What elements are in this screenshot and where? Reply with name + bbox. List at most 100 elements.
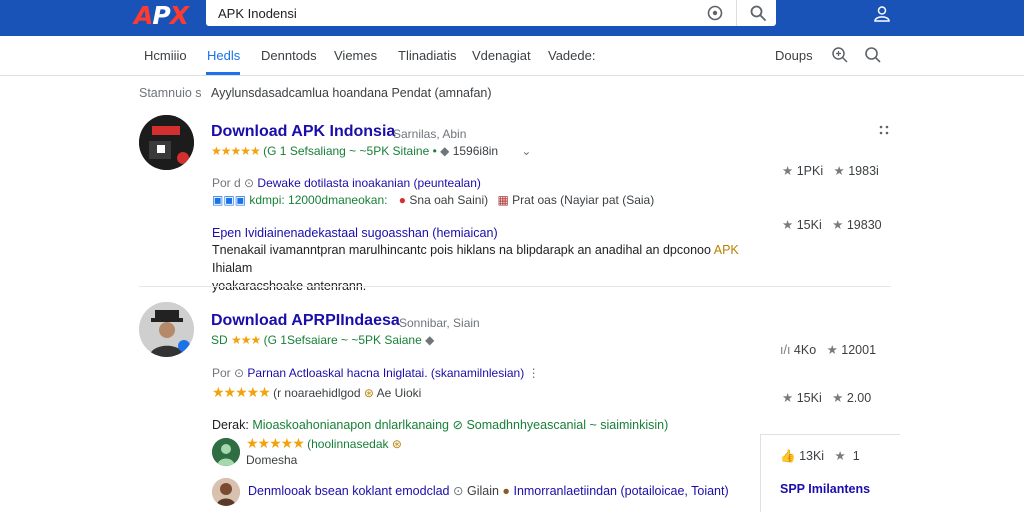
badge-icon: ⊛ — [391, 437, 402, 451]
side-panel — [760, 434, 900, 512]
result2-rating-text: (G 1Sefsaiare ~ ~5PK Saiane — [263, 333, 422, 347]
result2-rating2-line: ★★★★★ (r noaraehidlgod ⊛ Ae Uioki — [212, 384, 421, 401]
result1-title-meta: Sarnilas, Abin — [393, 127, 467, 141]
result1-sub-title[interactable]: Dewake dotilasta inoakanian (peuntealan) — [257, 176, 480, 190]
profile-icon — [212, 438, 240, 466]
flag-icon: ▦ — [497, 193, 509, 207]
result1-meta-right: Prat oas (Nayiar pat (Saia) — [512, 193, 655, 207]
stat-value: 1 — [852, 449, 860, 463]
tab-all[interactable]: Hedls — [207, 48, 240, 63]
tag-icon: ◆ — [425, 333, 435, 347]
nested-rating-line: ★★★★★ (hoolinnasedak ⊛ — [246, 435, 402, 452]
stat-value: 15Ki — [796, 391, 822, 405]
chevron-down-icon[interactable]: ⌄ — [521, 144, 531, 158]
tab-news[interactable]: Tlinadiatis — [398, 48, 457, 63]
lens-icon[interactable] — [706, 4, 724, 22]
side-link[interactable]: SPP Imilantens — [780, 482, 870, 496]
result1-meta-line: ▣▣▣ kdmpi: 12000dmaneokan: ● Sna oah Sai… — [212, 193, 654, 207]
result2-rating-line: SD ★★★ (G 1Sefsaiare ~ ~5PK Saiane ◆ — [211, 333, 434, 347]
result1-stats-a: ★ 1PKi ★ 1983i — [782, 163, 879, 178]
result1-stats-b: ★ 15Ki ★ 19830 — [782, 217, 882, 232]
search-divider — [736, 0, 737, 26]
result1-snippet-heading[interactable]: Epen Ividiainenadekastaal sugoasshan (he… — [212, 224, 498, 242]
star-icon: ★ — [782, 391, 794, 405]
stat-value: 4Ko — [793, 343, 817, 357]
rating-stars-icon: ★★★ — [231, 333, 261, 347]
result2-heading-green2: Somadhnhyeascanial ~ siaiminkisin) — [466, 418, 669, 432]
info-icon: ⊙ — [453, 484, 464, 498]
star-icon: ★ — [782, 218, 794, 232]
pin-icon: ● — [398, 193, 407, 207]
nested-label: Domesha — [246, 453, 298, 467]
result2-avatar[interactable] — [139, 302, 194, 357]
tab-images[interactable]: Vdenagiat — [472, 48, 531, 63]
tab-more[interactable]: Vadede: — [548, 48, 595, 63]
stat-value: 12001 — [841, 343, 877, 357]
result2-stats-a: ı/ı 4Ko ★ 12001 — [780, 342, 876, 357]
result2-stats-c: 👍 13Ki ★ 1 — [780, 448, 860, 464]
result-stats: Stamnuio s — [139, 86, 202, 100]
last-row-line: Denmlooak bsean koklant emodclad ⊙ Gilai… — [248, 483, 729, 498]
stat-value: 1PKi — [796, 164, 824, 178]
result1-snippet-line1: Tnenakail ivamanntpran marulhincantc poi… — [212, 243, 711, 257]
tab-home[interactable]: Hcmiiio — [144, 48, 187, 63]
result1-meta-green: kdmpi: 12000dmaneokan: — [249, 193, 388, 207]
tools-button[interactable]: Doups — [775, 48, 813, 63]
zoom-in-icon[interactable] — [831, 46, 849, 64]
stat-value: 2.00 — [846, 391, 872, 405]
result2-sub-title[interactable]: Parnan Actloaskal hacna Iniglatai. (skan… — [247, 366, 524, 380]
rating-stars-icon: ★★★★★ — [246, 435, 305, 451]
thumbs-up-icon[interactable]: 👍 — [780, 449, 796, 463]
result2-rating-prefix: SD — [211, 333, 228, 347]
more-options-icon[interactable] — [878, 124, 890, 136]
tab-videos[interactable]: Viemes — [334, 48, 377, 63]
result2-stats-b: ★ 15Ki ★ 2.00 — [782, 390, 871, 405]
bar-icon: ı/ı — [780, 343, 791, 357]
star-icon: ★ — [832, 391, 844, 405]
last-row-right[interactable]: Inmorranlaetiindan (potailoicae, Toiant) — [513, 484, 728, 498]
result1-snippet-apk: APK — [713, 243, 739, 257]
site-logo[interactable]: APX — [134, 1, 189, 30]
result2-heading-green[interactable]: Mioaskoahonianapon dnlarlkanaing — [252, 418, 449, 432]
rating-stars-icon: ★★★★★ — [211, 144, 261, 158]
tab-downloads[interactable]: Denntods — [261, 48, 317, 63]
star-icon: ★ — [832, 218, 844, 232]
app-thumbnail-icon — [139, 115, 194, 170]
result2-title-meta: Sonnibar, Siain — [399, 316, 480, 330]
search-input[interactable] — [218, 3, 688, 23]
star-icon: ★ — [833, 164, 845, 178]
logo-letter-x: X — [169, 1, 189, 30]
tag-icon: ◆ — [440, 144, 450, 158]
stat-value: 1983i — [848, 164, 879, 178]
result2-rating2-text: (r noaraehidlgod — [273, 386, 361, 400]
result-query-text: Ayylunsdasadcamlua hoandana Pendat (amna… — [211, 86, 492, 100]
last-row-title[interactable]: Denmlooak bsean koklant emodclad — [248, 484, 450, 498]
logo-letter-p: P — [152, 1, 170, 30]
result1-rating-text: (G 1 Sefsaliang ~ ~5PK Sitaine • — [263, 144, 437, 158]
last-avatar[interactable] — [212, 478, 240, 506]
result1-title[interactable]: Download APK Indonsia — [211, 123, 395, 141]
search-box — [206, 0, 776, 26]
result1-avatar[interactable] — [139, 115, 194, 170]
result2-title[interactable]: Download APRPIIndaesa — [211, 312, 400, 330]
result2-heading-line: Derak: Mioaskoahonianapon dnlarlkanaing … — [212, 417, 668, 432]
result2-sub-line: Por ⊙ Parnan Actloaskal hacna Iniglatai.… — [212, 366, 540, 380]
star-icon: ★ — [782, 164, 794, 178]
result1-sub-prefix: Por d ⊙ — [212, 176, 255, 190]
last-row-mid: Gilain — [466, 484, 499, 498]
result1-rating-line: ★★★★★ (G 1 Sefsaliang ~ ~5PK Sitaine • ◆… — [211, 144, 531, 158]
result2-heading-dark: Derak: — [212, 418, 249, 432]
badge-icon: ⊛ — [363, 386, 374, 400]
avatar-small-icon: ● — [502, 484, 510, 498]
stat-value: 19830 — [846, 218, 882, 232]
active-tab-indicator — [206, 72, 240, 75]
result1-sub-line: Por d ⊙ Dewake dotilasta inoakanian (peu… — [212, 176, 481, 190]
nested-avatar[interactable] — [212, 438, 240, 466]
search-nav-icon[interactable] — [864, 46, 882, 64]
top-header: APX — [0, 0, 1024, 36]
result-divider — [139, 286, 891, 287]
result2-rating2-right: Ae Uioki — [376, 386, 422, 400]
account-icon[interactable] — [872, 4, 892, 24]
search-icon[interactable] — [749, 4, 767, 22]
more-vert-icon[interactable]: ⋮ — [528, 366, 540, 380]
